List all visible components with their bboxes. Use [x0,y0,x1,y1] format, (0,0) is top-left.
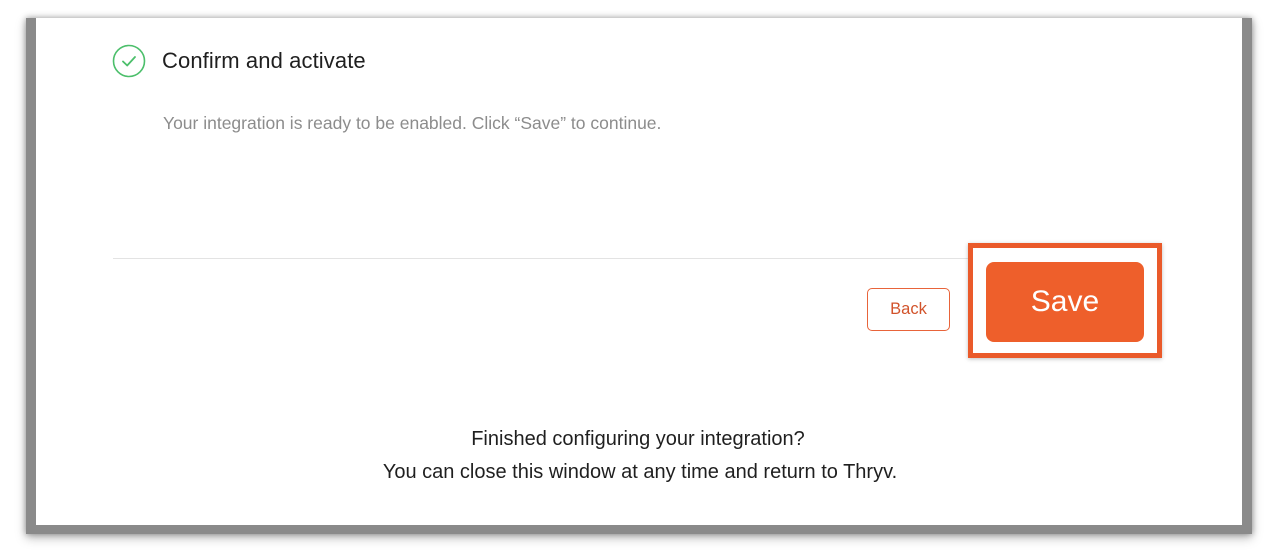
footer-message-line-1: Finished configuring your integration? [471,428,805,450]
save-button[interactable]: Save [986,262,1144,342]
check-circle-icon [112,44,146,78]
back-button[interactable]: Back [867,288,950,331]
step-description: Your integration is ready to be enabled.… [163,113,662,133]
footer-message-line-2: You can close this window at any time an… [382,461,898,483]
step-title: Confirm and activate [162,48,366,73]
divider [113,258,973,259]
step-header: Confirm and activate [112,44,366,78]
